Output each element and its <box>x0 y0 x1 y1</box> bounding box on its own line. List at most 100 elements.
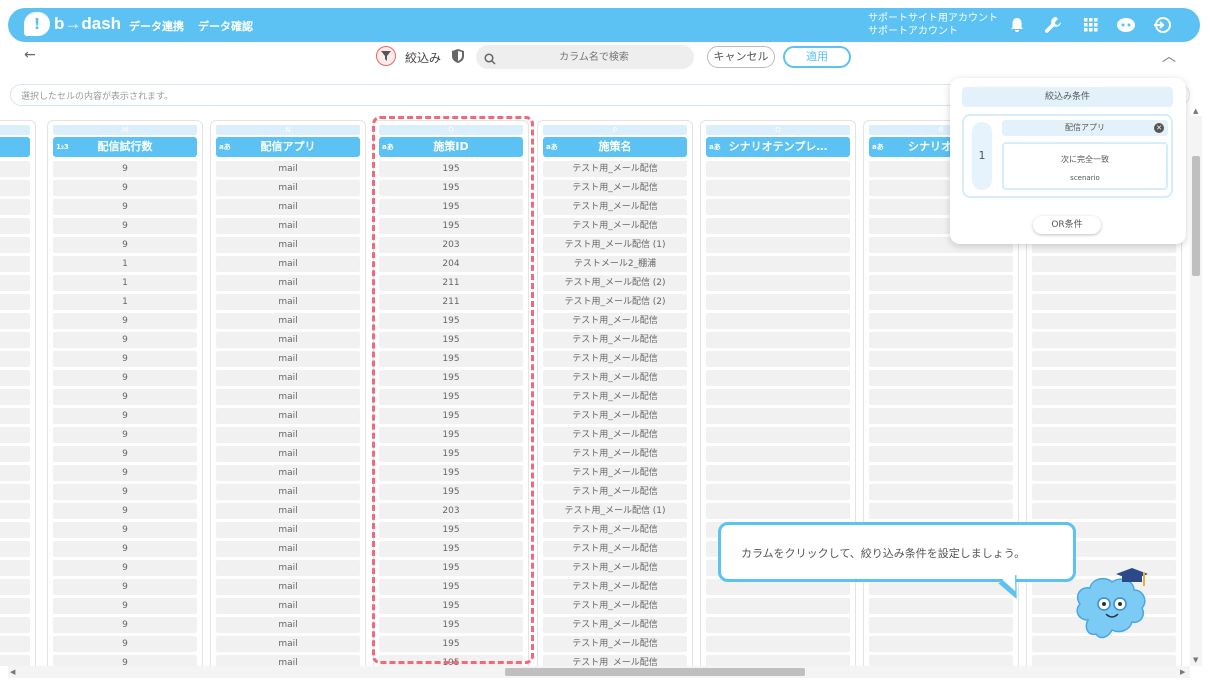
table-cell[interactable] <box>869 503 1013 519</box>
table-cell[interactable]: 9 <box>53 237 197 253</box>
table-cell[interactable]: 9 <box>53 560 197 576</box>
table-cell[interactable] <box>706 598 850 614</box>
table-cell[interactable]: 9 <box>53 598 197 614</box>
table-cell[interactable]: 195 <box>379 370 523 386</box>
table-cell[interactable]: テスト用_メール配信 <box>543 598 687 614</box>
chat-bot-icon[interactable] <box>1115 14 1137 36</box>
scroll-down-icon[interactable]: ▼ <box>1193 656 1198 664</box>
table-cell[interactable]: 195 <box>379 560 523 576</box>
condition-box[interactable]: 次に完全一致 scenario <box>1002 142 1168 190</box>
table-cell[interactable]: 195 <box>379 484 523 500</box>
table-cell[interactable] <box>869 465 1013 481</box>
table-cell[interactable] <box>0 313 30 329</box>
table-cell[interactable] <box>1032 256 1176 272</box>
table-cell[interactable]: 204 <box>379 256 523 272</box>
table-cell[interactable]: 195 <box>379 579 523 595</box>
table-cell[interactable]: テスト用_メール配信 <box>543 389 687 405</box>
table-cell[interactable]: 9 <box>53 484 197 500</box>
table-cell[interactable]: 9 <box>53 161 197 177</box>
table-cell[interactable]: 1 <box>53 275 197 291</box>
horizontal-scroll-thumb[interactable] <box>505 668 805 676</box>
table-cell[interactable]: 195 <box>379 199 523 215</box>
vertical-scroll-thumb[interactable] <box>1192 156 1200 276</box>
column-header[interactable]: aあ 施策ID <box>379 137 523 157</box>
filter-label[interactable]: 絞込み <box>405 49 441 66</box>
table-cell[interactable] <box>0 598 30 614</box>
column-header[interactable]: 1₂3 配信試行数 <box>53 137 197 157</box>
table-cell[interactable] <box>869 598 1013 614</box>
table-cell[interactable]: mail <box>216 370 360 386</box>
table-cell[interactable]: テスト用_メール配信 <box>543 218 687 234</box>
table-cell[interactable] <box>706 218 850 234</box>
table-cell[interactable] <box>0 579 30 595</box>
table-cell[interactable] <box>869 484 1013 500</box>
table-cell[interactable]: 9 <box>53 465 197 481</box>
condition-column-label[interactable]: 配信アプリ ✕ <box>1002 120 1168 136</box>
table-cell[interactable]: 195 <box>379 408 523 424</box>
table-cell[interactable] <box>706 636 850 652</box>
table-cell[interactable]: mail <box>216 446 360 462</box>
table-cell[interactable] <box>1032 332 1176 348</box>
table-cell[interactable]: 195 <box>379 617 523 633</box>
table-cell[interactable] <box>869 275 1013 291</box>
table-cell[interactable]: mail <box>216 256 360 272</box>
table-cell[interactable]: 195 <box>379 332 523 348</box>
nav-data-link[interactable]: データ連携 <box>129 18 184 34</box>
column-4[interactable]: Paあ 施策名 テスト用_メール配信 テスト用_メール配信 テスト用_メール配信 テスト用… <box>537 120 693 666</box>
table-cell[interactable] <box>0 370 30 386</box>
filter-icon[interactable] <box>376 46 396 66</box>
table-cell[interactable]: 9 <box>53 408 197 424</box>
table-cell[interactable] <box>0 560 30 576</box>
column-header[interactable] <box>0 137 30 157</box>
table-cell[interactable]: mail <box>216 408 360 424</box>
table-cell[interactable] <box>706 408 850 424</box>
table-cell[interactable]: テスト用_メール配信 <box>543 446 687 462</box>
table-cell[interactable] <box>0 617 30 633</box>
table-cell[interactable] <box>869 427 1013 443</box>
table-cell[interactable] <box>0 389 30 405</box>
search-input[interactable] <box>504 48 684 66</box>
or-condition-button[interactable]: OR条件 <box>1033 216 1101 234</box>
table-cell[interactable]: テスト用_メール配信 <box>543 655 687 666</box>
table-cell[interactable] <box>0 256 30 272</box>
table-cell[interactable] <box>706 465 850 481</box>
table-cell[interactable]: mail <box>216 655 360 666</box>
table-cell[interactable]: 195 <box>379 313 523 329</box>
column-2[interactable]: Naあ 配信アプリ mail mail mail mail mail mail mail mail… <box>210 120 366 666</box>
table-cell[interactable]: テスト用_メール配信 (1) <box>543 503 687 519</box>
column-0[interactable]: L <box>0 120 36 666</box>
table-cell[interactable]: 195 <box>379 389 523 405</box>
table-cell[interactable]: テスト用_メール配信 <box>543 541 687 557</box>
collapse-chevron-icon[interactable]: ︿ <box>1162 46 1176 66</box>
table-cell[interactable] <box>706 180 850 196</box>
column-letter[interactable]: M <box>53 125 197 135</box>
table-cell[interactable]: mail <box>216 427 360 443</box>
table-cell[interactable]: 9 <box>53 503 197 519</box>
table-cell[interactable] <box>706 370 850 386</box>
table-cell[interactable]: 9 <box>53 332 197 348</box>
table-cell[interactable]: mail <box>216 541 360 557</box>
apply-button[interactable]: 適用 <box>783 46 851 68</box>
table-cell[interactable] <box>0 275 30 291</box>
table-cell[interactable]: mail <box>216 579 360 595</box>
table-cell[interactable]: mail <box>216 332 360 348</box>
table-cell[interactable]: 195 <box>379 465 523 481</box>
table-cell[interactable] <box>0 332 30 348</box>
table-cell[interactable] <box>1032 484 1176 500</box>
table-cell[interactable]: 195 <box>379 180 523 196</box>
table-cell[interactable]: 9 <box>53 579 197 595</box>
table-cell[interactable]: テスト用_メール配信 (1) <box>543 237 687 253</box>
table-cell[interactable]: mail <box>216 294 360 310</box>
table-cell[interactable]: テスト用_メール配信 (2) <box>543 275 687 291</box>
table-cell[interactable] <box>869 408 1013 424</box>
wrench-icon[interactable] <box>1042 14 1064 36</box>
table-cell[interactable]: mail <box>216 522 360 538</box>
table-cell[interactable]: テスト用_メール配信 <box>543 313 687 329</box>
logout-icon[interactable] <box>1151 14 1173 36</box>
table-cell[interactable] <box>869 446 1013 462</box>
condition-group[interactable]: 1 配信アプリ ✕ 次に完全一致 scenario <box>962 114 1173 198</box>
table-cell[interactable]: 195 <box>379 427 523 443</box>
table-cell[interactable]: テスト用_メール配信 <box>543 351 687 367</box>
table-cell[interactable]: 211 <box>379 275 523 291</box>
table-cell[interactable] <box>706 427 850 443</box>
